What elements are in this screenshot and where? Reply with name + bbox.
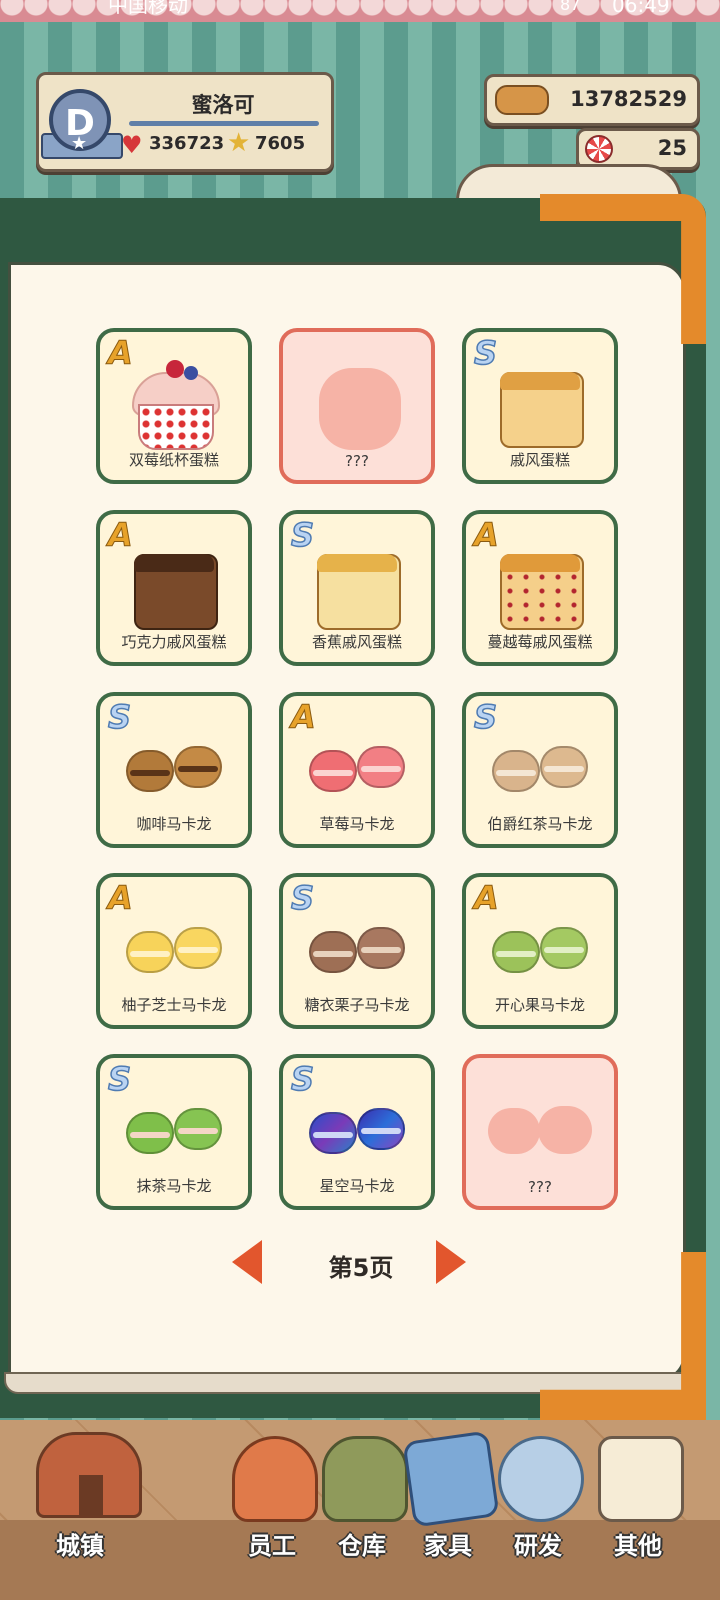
apron-icon (232, 1436, 318, 1522)
rank-star-icon: ★ (71, 133, 88, 154)
town-house-icon (36, 1432, 142, 1518)
nav-label: 仓库 (338, 1532, 386, 1560)
previous-page-button[interactable] (232, 1240, 262, 1284)
page-indicator: 第5页 (328, 1254, 394, 1282)
recipe-card[interactable]: A 开心果马卡龙 (462, 873, 618, 1029)
recipe-card[interactable]: S 戚风蛋糕 (462, 328, 618, 484)
recipe-card[interactable]: A 草莓马卡龙 (279, 692, 435, 848)
player-profile-panel[interactable]: D ★ 蜜洛可 ♥ 336723 ★ 7605 (36, 72, 334, 172)
double-berry-cupcake-icon (124, 358, 224, 450)
paint-roller-icon (402, 1430, 500, 1528)
locked-silhouette-icon (319, 368, 401, 450)
locked-silhouette-icon (538, 1106, 592, 1154)
chocolate-chiffon-cake-icon (124, 540, 224, 630)
backpack-icon (322, 1436, 408, 1522)
heart-icon: ♥ (121, 131, 143, 159)
nav-label: 员工 (248, 1532, 296, 1560)
nav-furniture[interactable]: 家具 (398, 1426, 500, 1596)
coffee-macaron-icon (124, 722, 224, 812)
earl-grey-macaron-icon (490, 722, 590, 812)
bone-count: 13782529 (570, 87, 687, 111)
mixing-bowl-icon (498, 1436, 584, 1522)
recipe-name: 咖啡马卡龙 (136, 815, 212, 833)
recipe-card[interactable]: A 蔓越莓戚风蛋糕 (462, 510, 618, 666)
recipe-card-locked[interactable]: ??? (462, 1054, 618, 1210)
bone-currency[interactable]: 13782529 (484, 74, 700, 126)
player-name: 蜜洛可 (191, 93, 255, 117)
recipe-name: 抹茶马卡龙 (136, 1177, 212, 1195)
nav-label: 其他 (614, 1532, 662, 1560)
strawberry-macaron-icon (307, 722, 407, 812)
recipe-name: ??? (528, 1178, 552, 1196)
matcha-macaron-icon (124, 1084, 224, 1174)
battery-level: 87 (560, 0, 581, 14)
recipe-name: 柚子芝士马卡龙 (121, 996, 227, 1014)
glazed-chestnut-macaron-icon (307, 903, 407, 993)
nav-research[interactable]: 研发 (488, 1426, 588, 1596)
star-icon: ★ (227, 128, 251, 158)
status-bar: 中国移动 87 06:49 (0, 0, 720, 22)
locked-silhouette-icon (488, 1108, 540, 1154)
recipe-name: 草莓马卡龙 (319, 815, 395, 833)
recipe-name: 戚风蛋糕 (509, 451, 570, 469)
recipe-card[interactable]: S 伯爵红茶马卡龙 (462, 692, 618, 848)
carrier-name: 中国移动 (108, 0, 188, 17)
recipe-name: 开心果马卡龙 (494, 996, 585, 1014)
recipe-name: 香蕉戚风蛋糕 (311, 633, 402, 651)
lollipop-icon (585, 135, 613, 163)
recipe-name: ??? (345, 452, 369, 470)
recipe-card[interactable]: S 香蕉戚风蛋糕 (279, 510, 435, 666)
recipe-card[interactable]: A 双莓纸杯蛋糕 (96, 328, 252, 484)
candy-count: 25 (657, 136, 687, 160)
nav-label: 家具 (424, 1532, 472, 1560)
next-page-button[interactable] (436, 1240, 466, 1284)
name-underline (129, 121, 319, 126)
yuzu-cheese-macaron-icon (124, 903, 224, 993)
cranberry-chiffon-cake-icon (490, 540, 590, 630)
recipe-name: 双莓纸杯蛋糕 (128, 451, 219, 469)
recipe-card[interactable]: S 咖啡马卡龙 (96, 692, 252, 848)
recipe-card[interactable]: A 柚子芝士马卡龙 (96, 873, 252, 1029)
hearts-count: 336723 (149, 133, 225, 154)
nav-label: 研发 (514, 1532, 562, 1560)
recipe-name: 糖衣栗子马卡龙 (304, 996, 410, 1014)
stars-count: 7605 (255, 133, 306, 154)
recipe-card[interactable]: S 糖衣栗子马卡龙 (279, 873, 435, 1029)
app-grid-icon (598, 1436, 684, 1522)
recipe-name: 星空马卡龙 (319, 1177, 395, 1195)
recipe-name: 蔓越莓戚风蛋糕 (487, 633, 593, 651)
recipe-card[interactable]: S 抹茶马卡龙 (96, 1054, 252, 1210)
recipe-name: 巧克力戚风蛋糕 (121, 633, 227, 651)
bone-icon (495, 85, 549, 115)
starry-sky-macaron-icon (307, 1084, 407, 1174)
recipe-name: 伯爵红茶马卡龙 (487, 815, 593, 833)
nav-staff[interactable]: 员工 (222, 1426, 322, 1596)
nav-town[interactable]: 城镇 (30, 1426, 142, 1596)
banana-chiffon-cake-icon (307, 540, 407, 630)
nav-warehouse[interactable]: 仓库 (312, 1426, 412, 1596)
nav-other[interactable]: 其他 (588, 1426, 688, 1596)
recipe-card[interactable]: A 巧克力戚风蛋糕 (96, 510, 252, 666)
recipe-card[interactable]: S 星空马卡龙 (279, 1054, 435, 1210)
pistachio-macaron-icon (490, 903, 590, 993)
clock: 06:49 (612, 0, 670, 17)
chiffon-cake-icon (490, 358, 590, 448)
recipe-card-locked[interactable]: ??? (279, 328, 435, 484)
nav-label: 城镇 (56, 1532, 104, 1560)
